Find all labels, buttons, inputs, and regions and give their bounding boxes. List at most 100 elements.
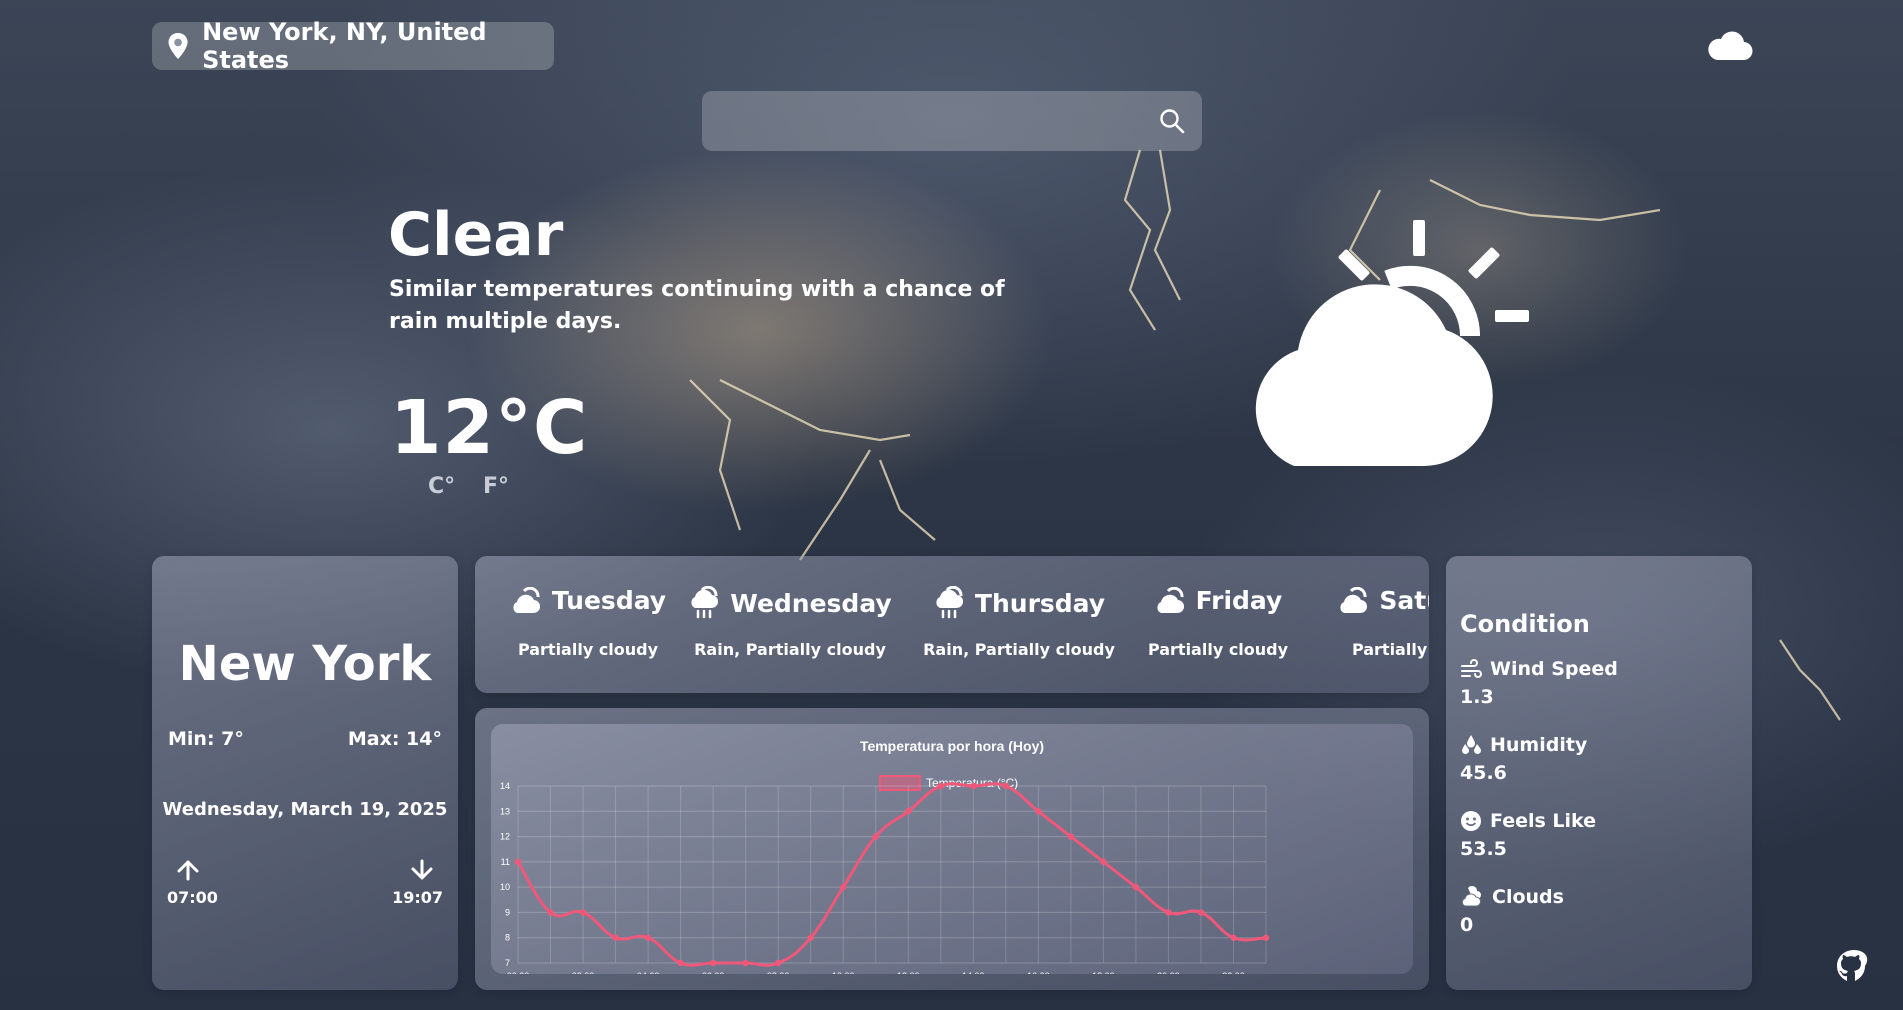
clouds-stat: Clouds 0 — [1460, 886, 1564, 936]
rain-icon — [936, 586, 963, 619]
github-icon[interactable] — [1834, 948, 1874, 990]
temperature-point — [1035, 808, 1042, 815]
y-tick-label: 11 — [501, 857, 510, 867]
feels-like-label: Feels Like — [1490, 810, 1597, 832]
y-tick-label: 8 — [505, 933, 510, 943]
x-tick-label: 08:00 — [767, 971, 790, 974]
partly-cloudy-icon — [1157, 586, 1184, 613]
search-input[interactable] — [702, 91, 1152, 153]
arrow-down-icon — [411, 859, 433, 880]
y-tick-label: 9 — [505, 907, 510, 917]
condition-title: Clear — [388, 200, 564, 270]
chart-title: Temperatura por hora (Hoy) — [860, 738, 1044, 754]
x-tick-label: 00:00 — [507, 971, 530, 974]
x-tick-label: 12:00 — [897, 971, 920, 974]
temperature-point — [644, 934, 652, 941]
forecast-day-desc: Partially cloudy — [1147, 640, 1289, 659]
wind-speed-label: Wind Speed — [1490, 658, 1618, 680]
x-tick-label: 10:00 — [832, 971, 855, 974]
max-temperature: Max: 14° — [347, 728, 442, 750]
y-tick-label: 12 — [500, 832, 510, 842]
clouds-label: Clouds — [1492, 886, 1564, 908]
forecast-day[interactable]: Thursday Rain, Partially cloudy — [909, 556, 1129, 693]
location-pin-icon — [168, 32, 188, 60]
condition-panel: Condition Wind Speed 1.3 Humidity 45.6 F… — [1446, 556, 1752, 990]
humidity-label: Humidity — [1490, 734, 1588, 756]
y-tick-label: 7 — [505, 958, 510, 968]
temperature-point — [872, 833, 879, 840]
forecast-day-name: Thursday — [974, 588, 1106, 618]
min-temperature: Min: 7° — [168, 728, 244, 750]
temperature-point — [677, 959, 684, 967]
clouds-value: 0 — [1460, 914, 1474, 936]
temperature-point — [579, 909, 587, 916]
humidity-stat: Humidity 45.6 — [1460, 734, 1587, 784]
temperature-point — [1230, 934, 1237, 941]
location-label: New York, NY, United States — [202, 18, 487, 74]
rain-icon — [691, 586, 719, 619]
feels-like-stat: Feels Like 53.5 — [1460, 810, 1596, 860]
forecast-day-name: Tuesday — [551, 586, 667, 615]
temperature-point — [1067, 833, 1075, 840]
hourly-chart-panel: Temperatura por hora (Hoy) Temperatura (… — [475, 708, 1429, 990]
unit-fahrenheit-button[interactable]: F° — [483, 474, 509, 499]
forecast-day-desc: Partially cloudy — [1351, 640, 1429, 659]
city-card: New York Min: 7° Max: 14° Wednesday, Mar… — [152, 556, 458, 990]
temperature-point — [1100, 858, 1107, 866]
droplets-icon — [1462, 735, 1481, 754]
cloud-icon — [1708, 31, 1753, 61]
forecast-day[interactable]: Tuesday Partially cloudy — [478, 556, 698, 693]
x-tick-label: 02:00 — [572, 971, 595, 974]
unit-celsius-button[interactable]: C° — [428, 474, 455, 499]
hourly-temperature-chart: Temperatura por hora (Hoy) Temperatura (… — [500, 738, 1270, 981]
wind-icon — [1461, 659, 1482, 678]
sunset-time: 19:07 — [392, 888, 443, 907]
condition-description: Similar temperatures continuing with a c… — [389, 277, 1005, 334]
forecast-day[interactable]: Friday Partially cloudy — [1108, 556, 1328, 693]
current-temperature: 12°C — [390, 385, 589, 471]
temperature-point — [807, 934, 814, 941]
partly-cloudy-weather-icon — [1255, 220, 1529, 466]
search-bar[interactable] — [702, 91, 1202, 153]
location-pill[interactable]: New York, NY, United States — [152, 18, 554, 74]
humidity-value: 45.6 — [1460, 762, 1507, 784]
temperature-point — [1197, 909, 1205, 916]
x-tick-label: 20:00 — [1157, 971, 1180, 974]
temperature-point — [840, 883, 847, 891]
x-tick-label: 06:00 — [702, 971, 725, 974]
temperature-point — [1262, 934, 1270, 941]
arrow-up-icon — [177, 860, 199, 881]
temperature-point — [612, 934, 619, 941]
clouds-icon — [1461, 886, 1481, 907]
forecast-day-desc: Rain, Partially cloudy — [923, 640, 1115, 659]
current-date: Wednesday, March 19, 2025 — [162, 799, 448, 820]
condition-panel-title: Condition — [1460, 610, 1590, 638]
forecast-day[interactable]: Wednesday Rain, Partially cloudy — [680, 556, 900, 693]
feels-like-value: 53.5 — [1460, 838, 1507, 860]
forecast-day[interactable]: Saturday Partially cloudy — [1312, 556, 1429, 693]
x-tick-label: 14:00 — [962, 971, 985, 974]
city-name: New York — [178, 636, 432, 692]
forecast-day-name: Saturday — [1379, 586, 1429, 615]
partly-cloudy-icon — [513, 586, 540, 613]
temperature-point — [709, 959, 717, 967]
temperature-point — [970, 782, 977, 790]
temperature-point — [905, 808, 912, 815]
wind-speed-value: 1.3 — [1460, 686, 1494, 708]
temperature-point — [742, 959, 749, 967]
x-tick-label: 04:00 — [637, 971, 660, 974]
forecast-strip[interactable]: Tuesday Partially cloudy Wednesday Rain,… — [475, 556, 1429, 693]
temperature-point — [1165, 909, 1172, 916]
search-icon[interactable] — [1158, 107, 1186, 135]
wind-speed-stat: Wind Speed 1.3 — [1460, 658, 1618, 708]
smile-icon — [1461, 811, 1481, 831]
sunrise-time: 07:00 — [167, 888, 218, 907]
temperature-point — [1002, 782, 1010, 790]
temperature-point — [1132, 883, 1140, 891]
temperature-point — [774, 959, 782, 967]
y-tick-label: 14 — [500, 781, 510, 791]
temperature-point — [547, 909, 554, 916]
hourly-chart: Temperatura por hora (Hoy) Temperatura (… — [491, 724, 1413, 981]
y-tick-label: 10 — [500, 882, 510, 892]
forecast-day-desc: Partially cloudy — [517, 640, 659, 659]
